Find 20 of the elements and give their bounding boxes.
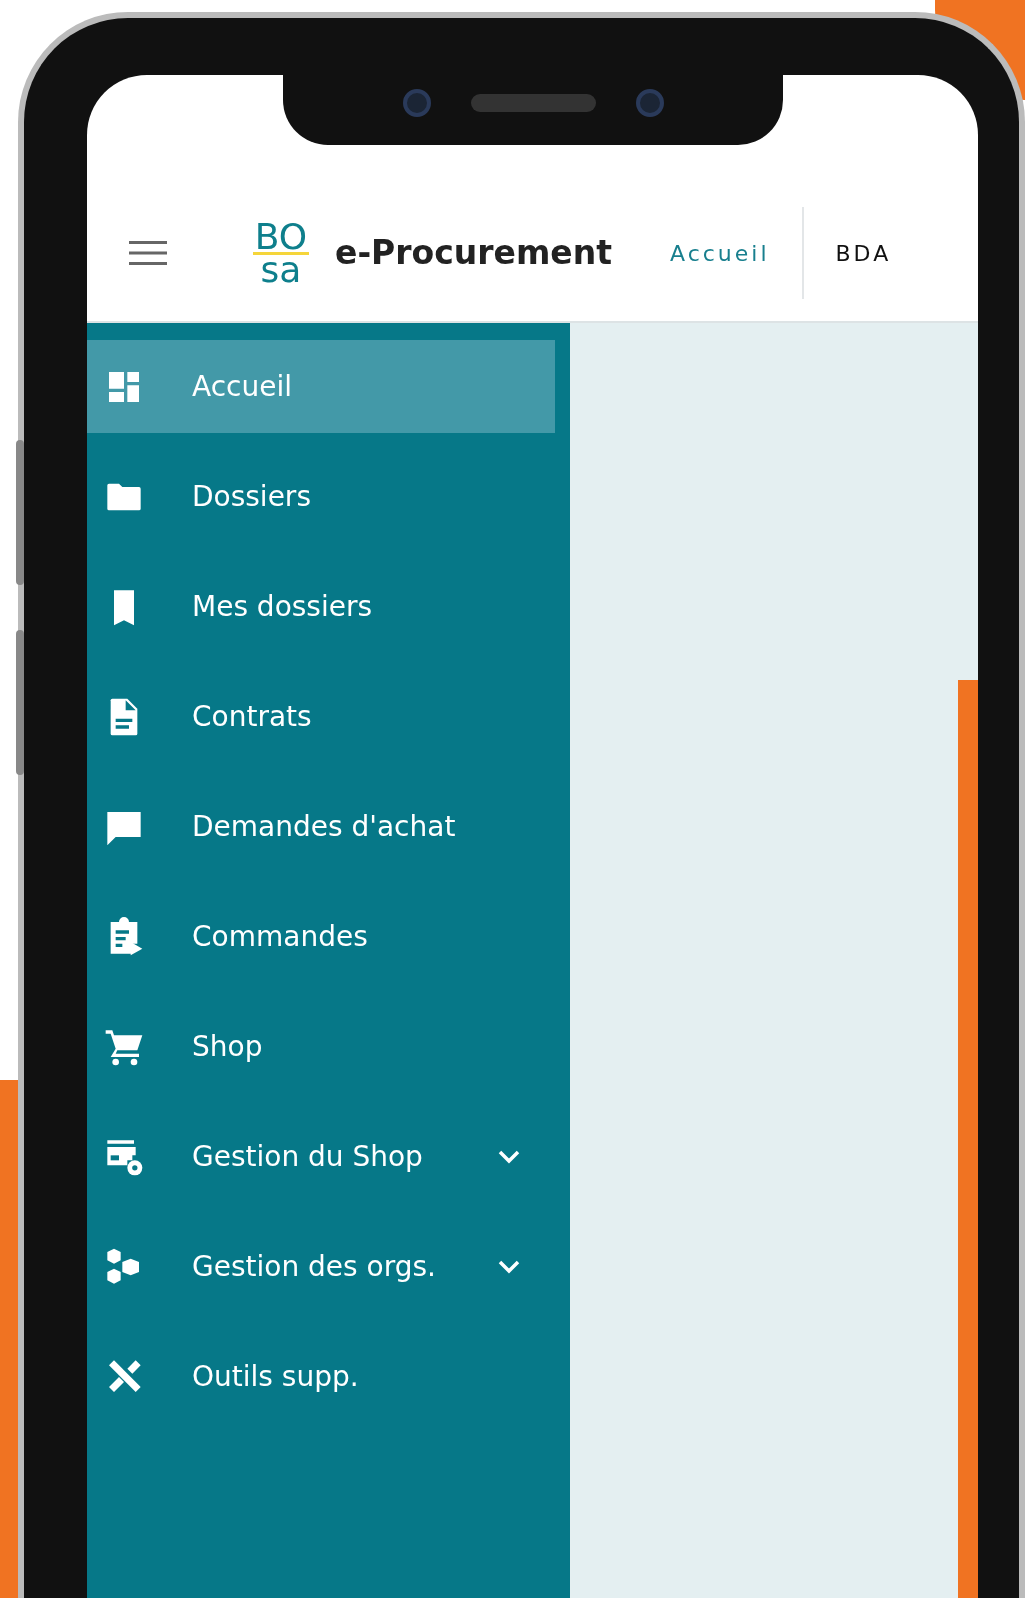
nav-link[interactable]: BDA: [835, 236, 892, 270]
menu-item-label: Shop: [192, 1028, 264, 1065]
chevron-down-icon[interactable]: [497, 1148, 521, 1165]
sidebar-item[interactable]: Accueil: [87, 340, 555, 433]
menu-item-label: Contrats: [192, 698, 313, 735]
menu-item-label: Mes dossiers: [192, 588, 374, 625]
menu-item-label: Outils supp.: [192, 1358, 360, 1395]
bosa-logo: BO sa: [252, 221, 310, 285]
app-title: e-Procurement: [335, 232, 612, 275]
menu-item-label: Dossiers: [192, 478, 312, 515]
camera-icon: [635, 88, 664, 117]
menu-icon[interactable]: [129, 240, 167, 266]
menu-item-label: Commandes: [192, 918, 369, 955]
menu-item-label: Gestion des orgs.: [192, 1248, 437, 1285]
menu-item-label: Demandes d'achat: [192, 808, 457, 845]
menu-item-label: Gestion du Shop: [192, 1138, 424, 1175]
menu-item-label: Accueil: [192, 368, 293, 405]
camera-icon: [402, 88, 431, 117]
nav-link[interactable]: Accueil: [669, 236, 770, 270]
chevron-down-icon[interactable]: [497, 1258, 521, 1275]
